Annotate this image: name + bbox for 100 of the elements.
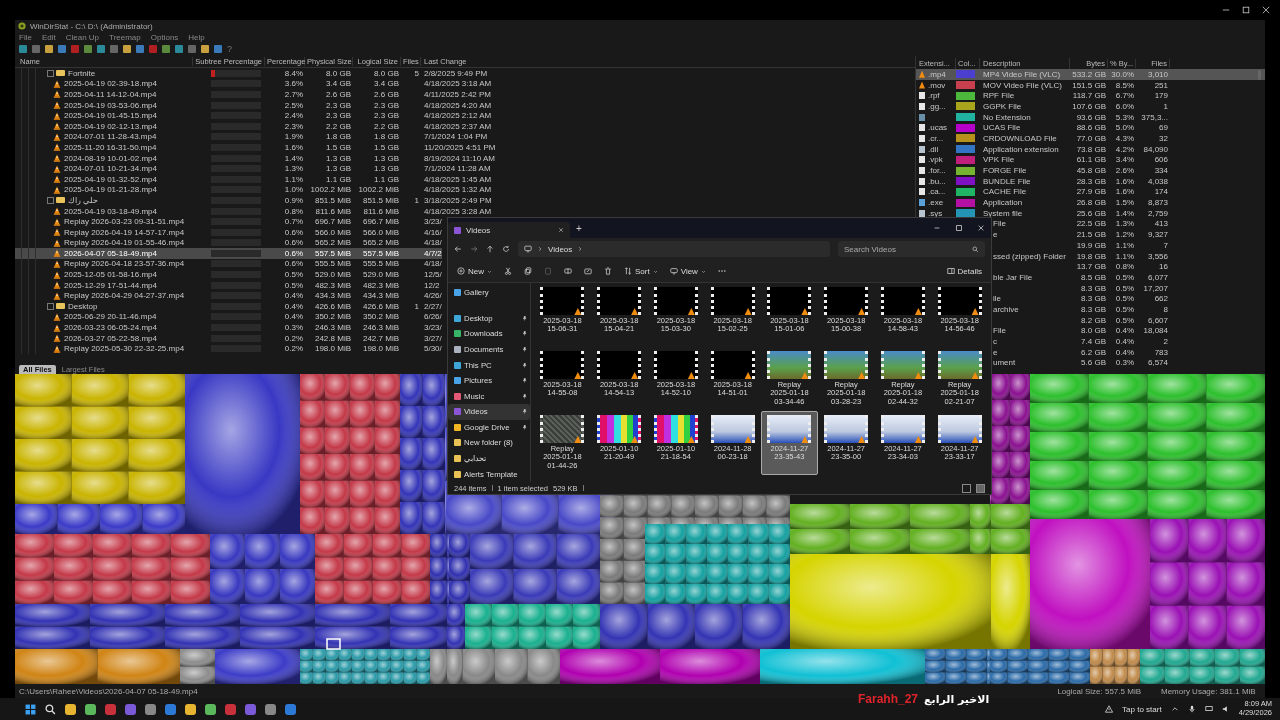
tree-item-name[interactable]: Replay 2026-03-23 09-31-51.mp4	[63, 217, 185, 227]
toolbar-button[interactable]: View	[665, 264, 710, 278]
table-row[interactable]: 2026-03-23 06-05-24.mp4 0.3% 246.3 MiB 246.3 MiB 3/23/	[15, 322, 442, 333]
table-row[interactable]: .mp4 MP4 Video File (VLC) 533.2 GB 30.0% 3,010	[916, 69, 1265, 80]
tree-item-name[interactable]: Replay 2026-04-18 23-57-36.mp4	[63, 259, 185, 269]
table-row[interactable]: 2025-12-05 01-58-16.mp4 0.5% 529.0 MiB 529.0 MiB 12/5/	[15, 269, 442, 280]
tree-item-name[interactable]: 2024-07-01 10-21-34.mp4	[63, 164, 157, 174]
tree-item-name[interactable]: Fortnite	[67, 68, 96, 78]
forward-arrow-icon[interactable]	[470, 245, 478, 253]
table-row[interactable]: .bu... BUNDLE File 28.3 GB 1.6% 4,038	[916, 175, 1265, 187]
new-tab-button[interactable]: +	[576, 222, 582, 234]
back-arrow-icon[interactable]	[454, 245, 462, 253]
table-row[interactable]: e 6.2 GB 0.4% 783	[992, 346, 1265, 358]
tree-item-name[interactable]: 2026-03-27 05-22-58.mp4	[63, 333, 157, 343]
table-row[interactable]: 2025-06-29 20-11-46.mp4 0.4% 350.2 MiB 350.2 MiB 6/26/	[15, 311, 442, 323]
tree-item-name[interactable]: 2025-11-20 16-31-50.mp4	[63, 142, 157, 152]
table-row[interactable]: Replay 2026-04-19 14-57-17.mp4 0.6% 566.0 MiB 566.0 MiB 4/16/	[15, 226, 442, 238]
expand-icon[interactable]	[47, 69, 54, 77]
taskbar-app-icon[interactable]	[85, 703, 96, 715]
tree-item-name[interactable]: 2025-12-29 17-51-44.mp4	[63, 280, 157, 290]
address-bar[interactable]: Videos	[518, 241, 830, 257]
details-view-icon[interactable]	[962, 483, 971, 493]
table-row[interactable]: 2025-04-19 02-39-18.mp4 3.6% 3.4 GB 3.4 GB 4/18/2025 3:18 AM	[15, 78, 492, 90]
up-arrow-icon[interactable]	[486, 245, 494, 253]
taskbar-app-icon[interactable]	[265, 703, 276, 715]
table-row[interactable]: 2025-04-19 01-21-28.mp4 1.0% 1002.2 MiB 1002.2 MiB 4/18/2025 1:32 AM	[15, 184, 492, 196]
tab[interactable]: Videos	[448, 222, 570, 238]
tree-item-name[interactable]: 2024-08-19 10-01-02.mp4	[63, 153, 157, 163]
tree-item-name[interactable]: 2025-04-19 03-53-06.mp4	[63, 100, 157, 110]
close-icon[interactable]	[977, 224, 985, 232]
table-row[interactable]: Replay 2025-05-30 22-32-25.mp4 0.2% 198.0 MiB 198.0 MiB 5/30/	[15, 343, 442, 355]
table-row[interactable]: 2025-04-19 01-45-15.mp4 2.4% 2.3 GB 2.3 GB 4/18/2025 2:12 AM	[15, 110, 492, 121]
menu-item[interactable]: Treemap	[109, 32, 141, 42]
table-row[interactable]: .rpf RPF File 118.7 GB 6.7% 179	[916, 90, 1265, 102]
table-row[interactable]: .ucas UCAS File 88.6 GB 5.0% 69	[916, 122, 1265, 134]
taskbar-app-icon[interactable]	[145, 703, 156, 715]
taskbar-app-icon[interactable]	[285, 703, 296, 715]
table-row[interactable]: 8.2 GB 0.5% 6,607	[992, 314, 1265, 326]
tree-item-name[interactable]: 2025-06-29 20-11-46.mp4	[63, 312, 157, 322]
chevron-up-icon[interactable]	[1170, 705, 1179, 713]
table-row[interactable]: 13.7 GB 0.8% 16	[992, 261, 1265, 273]
tree-item-name[interactable]: 2025-04-19 02-39-18.mp4	[63, 79, 157, 89]
table-row[interactable]: .cr... CRDOWNLOAD File 77.0 GB 4.3% 32	[916, 133, 1265, 144]
table-row[interactable]: archive 8.3 GB 0.5% 8	[992, 304, 1265, 315]
expand-icon[interactable]	[47, 302, 54, 310]
table-row[interactable]: 2024-08-19 10-01-02.mp4 1.4% 1.3 GB 1.3 GB 8/19/2024 11:10 AM	[15, 152, 496, 164]
table-row[interactable]: 2025-04-19 03-53-06.mp4 2.5% 2.3 GB 2.3 GB 4/18/2025 4:20 AM	[15, 99, 492, 111]
table-row[interactable]: 8.3 GB 0.5% 17,207	[992, 282, 1265, 294]
table-row[interactable]: .mov MOV Video File (VLC) 151.5 GB 8.5% 251	[916, 79, 1265, 91]
menu-item[interactable]: Edit	[41, 32, 56, 42]
minimize-icon[interactable]	[933, 224, 941, 232]
toolbar-button[interactable]: Sort	[620, 264, 662, 278]
tree-item-name[interactable]: 2025-04-19 02-12-13.mp4	[63, 121, 157, 131]
table-row[interactable]: Desktop 0.4% 426.6 MiB 426.6 MiB 1 2/27/	[15, 301, 442, 312]
search-icon[interactable]	[45, 703, 56, 715]
table-row[interactable]: 2026-04-07 05-18-49.mp4 0.6% 557.5 MiB 557.5 MiB 4/7/2	[15, 248, 442, 259]
table-row[interactable]: 2026-03-27 05-22-58.mp4 0.2% 242.8 MiB 242.7 MiB 3/27/	[15, 332, 442, 344]
breadcrumb-item[interactable]: Videos	[548, 244, 573, 254]
maximize-icon[interactable]	[955, 224, 963, 232]
table-row[interactable]: Replay 2026-04-29 04-27-37.mp4 0.4% 434.3 MiB 434.3 MiB 4/26/	[15, 290, 442, 302]
details-button[interactable]: Details	[942, 264, 986, 278]
taskbar-app-icon[interactable]	[65, 703, 76, 715]
taskbar-app-icon[interactable]	[165, 703, 176, 715]
tree-item-name[interactable]: 2025-04-19 01-21-28.mp4	[63, 185, 157, 195]
taskbar-app-icon[interactable]	[205, 703, 216, 715]
help-button[interactable]: ?	[227, 44, 232, 54]
table-row[interactable]: c 7.4 GB 0.4% 2	[992, 336, 1265, 347]
tree-item-name[interactable]: 2025-12-05 01-58-16.mp4	[63, 270, 157, 280]
tree-item-name[interactable]: 2025-04-19 03-18-49.mp4	[63, 206, 157, 216]
table-row[interactable]: ument 5.6 GB 0.3% 6,574	[992, 357, 1265, 369]
table-row[interactable]: Replay 2026-04-19 01-55-46.mp4 0.6% 565.2 MiB 565.2 MiB 4/18/	[15, 237, 442, 249]
table-row[interactable]: ble Jar File 8.5 GB 0.5% 6,077	[992, 272, 1265, 283]
table-row[interactable]: File 22.5 GB 1.3% 413	[992, 218, 1265, 230]
table-row[interactable]: 2025-11-20 16-31-50.mp4 1.6% 1.5 GB 1.5 GB 11/20/2025 4:51 PM	[15, 142, 496, 153]
tree-item-name[interactable]: Replay 2025-05-30 22-32-25.mp4	[63, 344, 185, 354]
tree-item-name[interactable]: 2025-04-11 14-12-04.mp4	[63, 90, 157, 99]
treemap-section-drawing[interactable]	[991, 374, 1265, 684]
maximize-icon[interactable]	[1242, 6, 1250, 14]
table-row[interactable]: 19.9 GB 1.1% 7	[992, 240, 1265, 251]
table-row[interactable]: .sys System file 25.6 GB 1.4% 2,759	[916, 207, 1265, 219]
tree-item-name[interactable]: Desktop	[67, 301, 98, 311]
table-row[interactable]: File 8.0 GB 0.4% 18,084	[992, 325, 1265, 337]
table-row[interactable]: Fortnite 8.4% 8.0 GB 8.0 GB 5 2/8/2025 9:49 PM	[15, 68, 488, 79]
search-field[interactable]: Search Videos	[838, 241, 985, 257]
monitor-icon[interactable]	[1204, 705, 1213, 713]
tree-item-name[interactable]: 2025-04-19 01-45-15.mp4	[63, 111, 157, 121]
menu-item[interactable]: Clean Up	[65, 32, 100, 42]
speaker-icon[interactable]	[1221, 705, 1230, 713]
microphone-icon[interactable]	[1187, 705, 1196, 713]
tree-item-name[interactable]: Replay 2026-04-19 01-55-46.mp4	[63, 238, 185, 248]
tree-item-name[interactable]: Replay 2026-04-29 04-27-37.mp4	[63, 291, 185, 301]
table-row[interactable]: .exe Application 26.8 GB 1.5% 8,873	[916, 197, 1265, 208]
menu-item[interactable]: File	[19, 32, 32, 42]
tiles-view-icon[interactable]	[976, 483, 985, 493]
close-icon[interactable]	[558, 227, 564, 233]
table-row[interactable]: 2024-07-01 10-21-34.mp4 1.3% 1.3 GB 1.3 GB 7/1/2024 11:28 AM	[15, 163, 491, 174]
treemap-section-drawing[interactable]	[447, 494, 991, 684]
tree-item-name[interactable]: 2026-04-07 05-18-49.mp4	[63, 248, 157, 258]
table-row[interactable]: .gg... GGPK File 107.6 GB 6.0% 1	[916, 101, 1265, 112]
tree-item-name[interactable]: 2026-03-23 06-05-24.mp4	[63, 323, 157, 333]
